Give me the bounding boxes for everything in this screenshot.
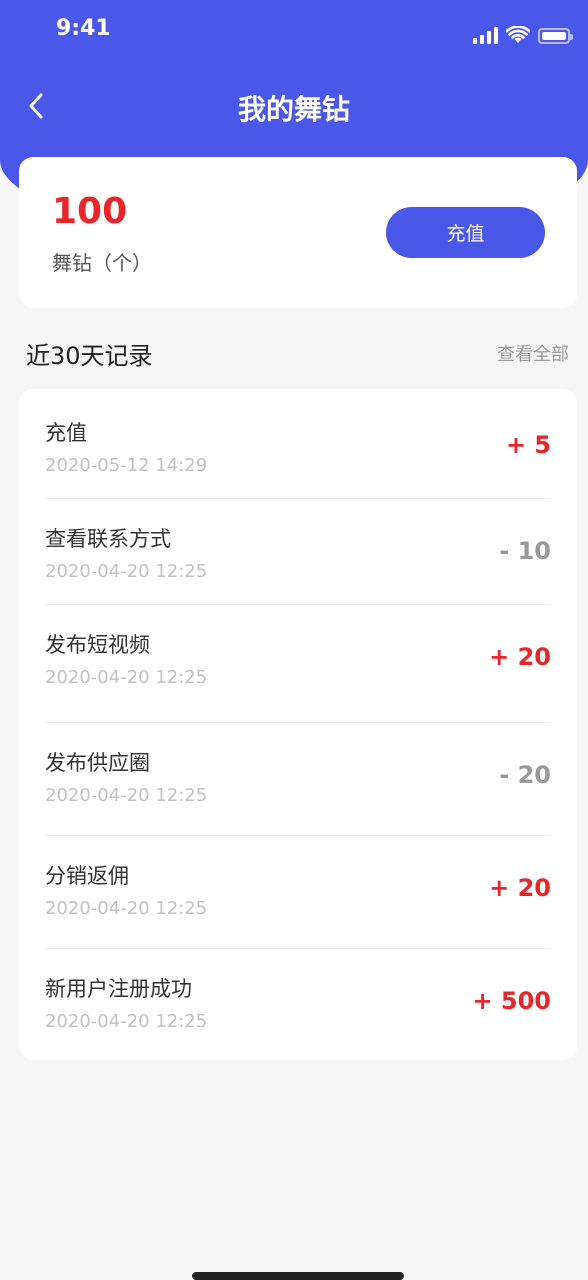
record-item[interactable]: 分销返佣 2020-04-20 12:25 + 20 — [45, 860, 551, 930]
record-item[interactable]: 充值 2020-05-12 14:29 + 5 — [45, 417, 551, 487]
record-title: 发布短视频 — [45, 633, 150, 657]
home-indicator — [192, 1272, 404, 1280]
record-time: 2020-04-20 12:25 — [45, 898, 208, 919]
record-amount: + 5 — [505, 431, 551, 459]
record-title: 分销返佣 — [45, 864, 129, 888]
balance-unit-label: 舞钻（个） — [52, 251, 152, 275]
record-item[interactable]: 发布短视频 2020-04-20 12:25 + 20 — [45, 629, 551, 699]
page-title: 我的舞钻 — [237, 93, 350, 126]
balance-value: 100 — [52, 191, 128, 232]
record-time: 2020-04-20 12:25 — [45, 1011, 208, 1032]
divider — [45, 498, 551, 499]
record-title: 充值 — [45, 421, 87, 445]
record-title: 查看联系方式 — [45, 527, 171, 551]
status-icons — [473, 22, 573, 44]
battery-icon — [538, 28, 573, 44]
divider — [45, 722, 551, 723]
navigation-bar: 我的舞钻 — [0, 78, 588, 134]
status-bar: 9:41 — [0, 0, 588, 60]
record-item[interactable]: 发布供应圈 2020-04-20 12:25 - 20 — [45, 747, 551, 817]
status-time: 9:41 — [56, 16, 111, 41]
wifi-icon — [506, 26, 530, 43]
record-time: 2020-05-12 14:29 — [45, 455, 208, 476]
recharge-button[interactable]: 充值 — [386, 207, 545, 258]
divider — [45, 604, 551, 605]
cellular-signal-icon — [473, 26, 498, 44]
divider — [45, 948, 551, 949]
record-amount: + 500 — [472, 987, 551, 1015]
record-item[interactable]: 新用户注册成功 2020-04-20 12:25 + 500 — [45, 973, 551, 1043]
record-time: 2020-04-20 12:25 — [45, 561, 208, 582]
balance-card: 100 舞钻（个） 充值 — [19, 157, 577, 308]
record-amount: + 20 — [489, 874, 551, 902]
record-item[interactable]: 查看联系方式 2020-04-20 12:25 - 10 — [45, 523, 551, 593]
record-time: 2020-04-20 12:25 — [45, 785, 208, 806]
record-amount: - 20 — [499, 761, 551, 789]
record-amount: - 10 — [499, 537, 551, 565]
record-title: 发布供应圈 — [45, 751, 150, 775]
record-amount: + 20 — [489, 643, 551, 671]
divider — [45, 835, 551, 836]
records-list: 充值 2020-05-12 14:29 + 5 查看联系方式 2020-04-2… — [19, 389, 577, 1060]
records-section-title: 近30天记录 — [26, 342, 153, 370]
view-all-link[interactable]: 查看全部 — [497, 340, 569, 366]
record-title: 新用户注册成功 — [45, 977, 192, 1001]
record-time: 2020-04-20 12:25 — [45, 667, 208, 688]
